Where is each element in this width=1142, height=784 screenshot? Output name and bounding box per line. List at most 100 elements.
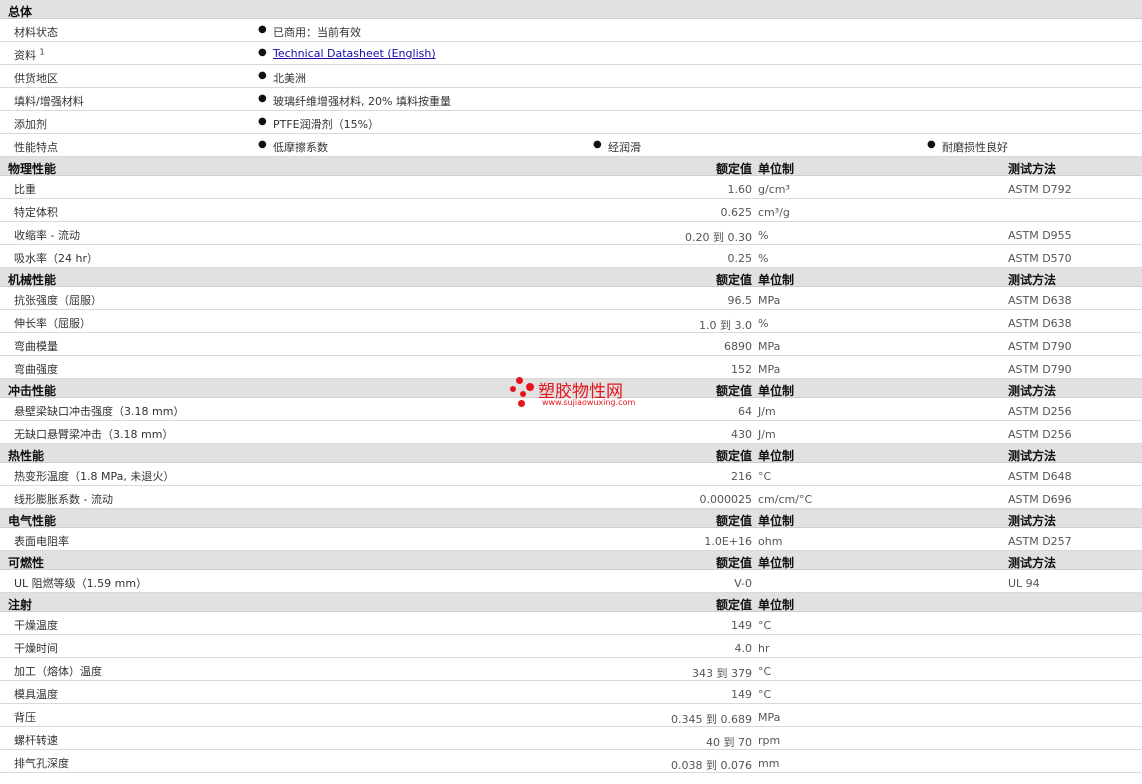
property-row: 特定体积 0.625 cm³/g [0, 199, 1142, 222]
property-unit: ohm [758, 535, 783, 548]
property-value: 343 到 379 [692, 667, 752, 680]
property-label: 填料/增强材料 [14, 95, 84, 108]
column-header-method: 测试方法 [1008, 449, 1057, 463]
property-unit: °C [758, 688, 772, 701]
property-sections: 物理性能 额定值 单位制 测试方法 比重 1.60 g/cm³ ASTM D792 特定体积 0.… [0, 157, 1142, 773]
property-unit: hr [758, 642, 770, 655]
property-row: 排气孔深度 0.038 到 0.076 mm [0, 750, 1142, 773]
column-header-unit: 单位制 [758, 514, 795, 528]
test-method: ASTM D955 [1008, 229, 1072, 242]
column-header-value: 额定值 [715, 384, 752, 398]
property-value: 0.625 [720, 206, 753, 219]
bullet-icon: ● [258, 116, 267, 127]
property-row: 干燥温度 149 °C [0, 612, 1142, 635]
column-header-unit: 单位制 [758, 556, 795, 570]
property-row: 弯曲模量 6890 MPa ASTM D790 [0, 333, 1142, 356]
property-unit: MPa [758, 294, 781, 307]
bullet-icon: ● [258, 139, 267, 150]
property-unit: MPa [758, 363, 781, 376]
property-label: 弯曲强度 [14, 363, 58, 376]
column-header-unit: 单位制 [758, 273, 795, 287]
property-value: 4.0 [734, 642, 753, 655]
technical-datasheet-link[interactable]: Technical Datasheet (English) [273, 47, 436, 60]
column-header-unit: 单位制 [758, 449, 795, 463]
property-unit: rpm [758, 734, 781, 747]
property-value: 0.25 [727, 252, 753, 265]
property-value: 0.20 到 0.30 [685, 231, 752, 244]
column-header-method: 测试方法 [1008, 514, 1057, 528]
feature-item: 耐磨损性良好 [942, 141, 1008, 154]
property-value: 1.60 [727, 183, 753, 196]
property-unit: % [758, 252, 769, 265]
bullet-icon: ● [258, 24, 267, 35]
property-label: 无缺口悬臂梁冲击（3.18 mm） [14, 428, 174, 441]
footnote-marker: 1 [39, 47, 45, 57]
property-value: 40 到 70 [706, 736, 752, 749]
property-label: 性能特点 [14, 141, 58, 154]
property-value: 北美洲 [273, 72, 306, 85]
property-unit: mm [758, 757, 780, 770]
property-row: 收缩率 - 流动 0.20 到 0.30% ASTM D955 [0, 222, 1142, 245]
column-header-value: 额定值 [715, 449, 752, 463]
property-unit: % [758, 317, 769, 330]
column-header-method: 测试方法 [1008, 162, 1057, 176]
test-method: ASTM D792 [1008, 183, 1072, 196]
property-value: 已商用：当前有效 [273, 26, 361, 39]
section-title: 冲击性能 [8, 384, 57, 398]
property-label: 干燥温度 [14, 619, 58, 632]
test-method: ASTM D256 [1008, 405, 1072, 418]
property-value: 1.0 到 3.0 [699, 319, 752, 332]
property-row: 螺杆转速 40 到 70 rpm [0, 727, 1142, 750]
docs-label-text: 资料 [14, 49, 36, 62]
property-row: 热变形温度（1.8 MPa, 未退火） 216 °C ASTM D648 [0, 463, 1142, 486]
property-value: V-0 [734, 577, 752, 590]
property-row: UL 阻燃等级（1.59 mm） V-0 UL 94 [0, 570, 1142, 593]
property-row: 模具温度 149 °C [0, 681, 1142, 704]
watermark-url: www.sujiaowuxing.com [542, 398, 636, 407]
column-header-method: 测试方法 [1008, 273, 1057, 287]
property-value: 64 [738, 405, 752, 418]
property-row: 比重 1.60 g/cm³ ASTM D792 [0, 176, 1142, 199]
section-title: 物理性能 [8, 162, 57, 176]
test-method: UL 94 [1008, 577, 1040, 590]
property-label: 表面电阻率 [14, 535, 69, 548]
property-value: 0.345 到 0.689 [671, 713, 752, 726]
test-method: ASTM D648 [1008, 470, 1072, 483]
general-row-filler: 填料/增强材料 ● 玻璃纤维增强材料, 20% 填料按重量 [0, 88, 1142, 111]
property-label: 热变形温度（1.8 MPa, 未退火） [14, 470, 175, 483]
logo-dot [510, 386, 516, 392]
property-row: 干燥时间 4.0 hr [0, 635, 1142, 658]
property-unit: °C [758, 619, 772, 632]
property-label: 添加剂 [14, 118, 47, 131]
property-row: 吸水率（24 hr） 0.25% ASTM D570 [0, 245, 1142, 268]
property-row: 伸长率（屈服） 1.0 到 3.0% ASTM D638 [0, 310, 1142, 333]
property-label: 排气孔深度 [14, 757, 69, 770]
property-label: 悬壁梁缺口冲击强度（3.18 mm） [14, 405, 185, 418]
property-label: 加工（熔体）温度 [14, 665, 102, 678]
general-row-documents: 资料 1 ● Technical Datasheet (English) [0, 42, 1142, 65]
property-unit: MPa [758, 340, 781, 353]
column-header-value: 额定值 [715, 598, 752, 612]
section-title: 热性能 [8, 449, 45, 463]
test-method: ASTM D257 [1008, 535, 1072, 548]
property-value: 152 [731, 363, 752, 376]
property-label: 供货地区 [14, 72, 58, 85]
property-value: 0.000025 [699, 493, 753, 506]
property-row: 抗张强度（屈服） 96.5 MPa ASTM D638 [0, 287, 1142, 310]
section-header-thermal: 热性能 额定值 单位制 测试方法 [0, 444, 1142, 463]
property-label: 抗张强度（屈服） [14, 294, 102, 307]
property-unit: MPa [758, 711, 781, 724]
general-row-additive: 添加剂 ● PTFE润滑剂（15%） [0, 111, 1142, 134]
section-header-mechanical: 机械性能 额定值 单位制 测试方法 [0, 268, 1142, 287]
property-label: 材料状态 [14, 26, 58, 39]
feature-item: 经润滑 [608, 141, 641, 154]
test-method: ASTM D638 [1008, 294, 1072, 307]
property-value: 149 [731, 688, 752, 701]
property-unit: cm³/g [758, 206, 790, 219]
property-value: 96.5 [727, 294, 753, 307]
property-label: 比重 [14, 183, 36, 196]
section-header-electrical: 电气性能 额定值 单位制 测试方法 [0, 509, 1142, 528]
general-row-features: 性能特点 ● 低摩擦系数 ● 经润滑 ● 耐磨损性良好 [0, 134, 1142, 157]
property-label: 干燥时间 [14, 642, 58, 655]
bullet-icon: ● [593, 139, 602, 150]
